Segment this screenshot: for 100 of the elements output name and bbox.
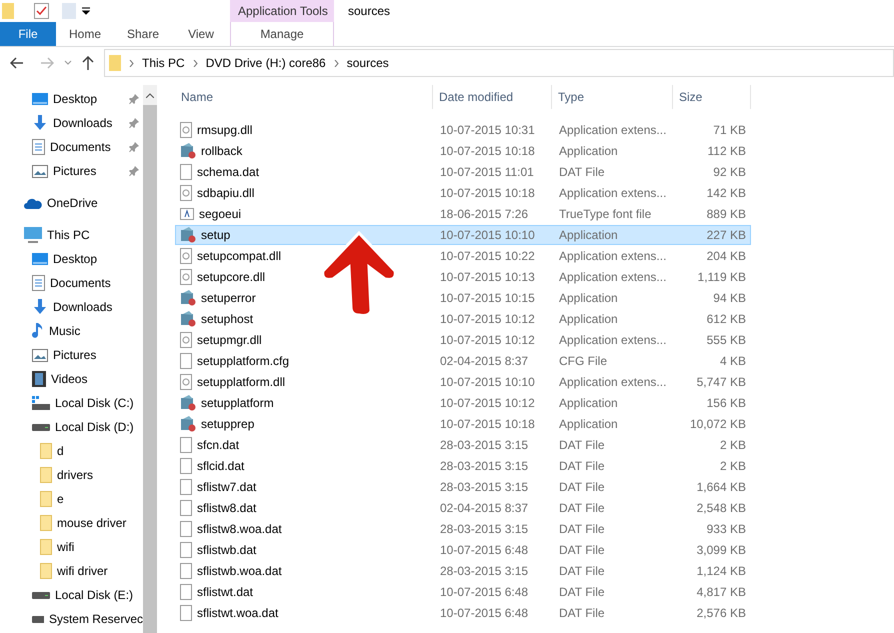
size-cell-text: 2 KB [718,438,747,452]
file-row[interactable]: sflistw8.woa.dat 28-03-2015 3:15 DAT File 933 KB [175,519,751,539]
nav-item[interactable]: wifi driver [57,564,108,578]
file-row[interactable]: sflistwb.dat 10-07-2015 6:48 DAT File 3,099 KB [175,540,751,560]
date-cell-text: 10-07-2015 10:18 [439,144,536,158]
file-row[interactable]: sflistwt.woa.dat 10-07-2015 6:48 DAT File 2,576 KB [175,603,751,623]
type-cell-text: DAT File [558,438,606,452]
size-cell-text: 2 KB [718,459,747,473]
nav-item[interactable]: OneDrive [47,196,98,210]
breadcrumb[interactable]: This PC [142,56,185,70]
file-row[interactable]: setupplatform.dll 10-07-2015 10:10 Application extens... 5,747 KB [175,372,751,392]
file-row[interactable]: setupplatform.cfg 02-04-2015 8:37 CFG File 4 KB [175,351,751,371]
file-row[interactable]: rollback 10-07-2015 10:18 Application 112 KB [175,141,751,161]
file-row[interactable]: sdbapiu.dll 10-07-2015 10:18 Application extens... 142 KB [175,183,751,203]
column-header[interactable]: Type [552,85,673,109]
folder-icon [40,491,52,507]
pin-icon [129,166,139,176]
file-icon [180,437,192,453]
ribbon-tab[interactable]: File [0,22,56,46]
file-name: rmsupg.dll [197,123,252,137]
up-icon[interactable] [82,56,94,70]
address-bar[interactable]: This PC DVD Drive (H:) core86 sources [104,49,894,77]
file-row[interactable]: sflistw8.dat 02-04-2015 8:37 DAT File 2,548 KB [175,498,751,518]
scroll-up-icon[interactable] [146,92,154,98]
properties-icon[interactable] [34,3,50,19]
nav-item[interactable]: Pictures [53,164,96,178]
breadcrumb[interactable]: sources [346,56,389,70]
nav-item[interactable]: wifi [57,540,74,554]
nav-item[interactable]: Documents [50,276,111,290]
nav-item[interactable]: drivers [57,468,94,482]
type-cell-text: DAT File [558,501,606,515]
chevron-right-icon [129,60,134,66]
file-row[interactable]: setup 10-07-2015 10:10 Application 227 KB [175,225,751,245]
file-name: setupmgr.dll [197,333,262,347]
column-header[interactable]: Name [175,85,433,109]
file-row[interactable]: segoeui 18-06-2015 7:26 TrueType font file 889 KB [175,204,751,224]
file-row[interactable]: sfcn.dat 28-03-2015 3:15 DAT File 2 KB [175,435,751,455]
file-row[interactable]: setupplatform 10-07-2015 10:12 Application 156 KB [175,393,751,413]
type-cell-text: Application extens... [558,375,668,389]
file-row[interactable]: schema.dat 10-07-2015 11:01 DAT File 92 KB [175,162,751,182]
date-cell-text: 10-07-2015 10:10 [439,228,536,242]
nav-item[interactable]: mouse driver [57,516,126,530]
file-name: setupplatform.dll [197,375,286,389]
file-row[interactable]: sflistwt.dat 10-07-2015 6:48 DAT File 4,817 KB [175,582,751,602]
nav-item[interactable]: d [57,444,64,458]
size-cell-text: 94 KB [712,291,747,305]
folder-icon [40,467,52,483]
file-row[interactable]: sflistwb.woa.dat 28-03-2015 3:15 DAT File 1,124 KB [175,561,751,581]
type-cell-text: DAT File [558,480,606,494]
nav-item[interactable]: Videos [51,372,88,386]
back-icon[interactable] [10,57,24,69]
file-row[interactable]: setupcompat.dll 10-07-2015 10:22 Application extens... 204 KB [175,246,751,266]
nav-item[interactable]: Local Disk (E:) [55,588,134,602]
file-row[interactable]: setupcore.dll 10-07-2015 10:13 Application extens... 1,119 KB [175,267,751,287]
nav-item[interactable]: e [57,492,64,506]
file-row[interactable]: rmsupg.dll 10-07-2015 10:31 Application extens... 71 KB [175,120,751,140]
file-icon [180,521,192,537]
file-name: setupplatform [201,396,274,410]
size-cell-text: 10,072 KB [688,417,747,431]
nav-item[interactable]: This PC [47,228,90,242]
file-row[interactable]: sflcid.dat 28-03-2015 3:15 DAT File 2 KB [175,456,751,476]
chevron-down-icon[interactable] [64,60,72,66]
desktop-icon [32,92,48,106]
breadcrumb[interactable]: DVD Drive (H:) core86 [206,56,326,70]
nav-item[interactable]: System Reservec [48,612,143,626]
ribbon-tab[interactable]: Manage [230,22,334,46]
file-name: setuperror [201,291,256,305]
file-row[interactable]: setupmgr.dll 10-07-2015 10:12 Application extens... 555 KB [175,330,751,350]
nav-item[interactable]: Documents [50,140,111,154]
scrollbar[interactable] [143,85,157,633]
nav-item[interactable]: Downloads [53,116,112,130]
file-row[interactable]: sflistw7.dat 28-03-2015 3:15 DAT File 1,664 KB [175,477,751,497]
dropdown-icon[interactable] [82,7,90,15]
gear-file-icon [180,248,192,264]
file-row[interactable]: setupprep 10-07-2015 10:18 Application 10,072 KB [175,414,751,434]
column-header[interactable]: Date modified [433,85,552,109]
file-name: sflistwb.woa.dat [197,564,282,578]
file-name: setup [201,228,230,242]
file-row[interactable]: setuperror 10-07-2015 10:15 Application 94 KB [175,288,751,308]
file-name: setuphost [201,312,254,326]
size-cell-text: 112 KB [706,144,747,158]
date-cell-text: 10-07-2015 10:31 [439,123,536,137]
file-name: sdbapiu.dll [197,186,254,200]
nav-item[interactable]: Music [49,324,80,338]
file-row[interactable]: setuphost 10-07-2015 10:12 Application 612 KB [175,309,751,329]
date-cell-text: 10-07-2015 10:15 [439,291,536,305]
file-icon [180,479,192,495]
date-cell-text: 28-03-2015 3:15 [439,438,530,452]
film-icon [32,371,46,387]
type-cell-text: Application [558,291,619,305]
installer-icon [180,227,196,243]
nav-item[interactable]: Desktop [53,92,98,106]
date-cell-text: 10-07-2015 11:01 [439,165,535,179]
monitor-icon [24,227,42,243]
nav-item[interactable]: Pictures [53,348,96,362]
column-header[interactable]: Size [673,85,751,109]
nav-item[interactable]: Downloads [53,300,112,314]
nav-item[interactable]: Local Disk (C:) [55,396,134,410]
nav-item[interactable]: Desktop [53,252,98,266]
nav-item[interactable]: Local Disk (D:) [55,420,134,434]
